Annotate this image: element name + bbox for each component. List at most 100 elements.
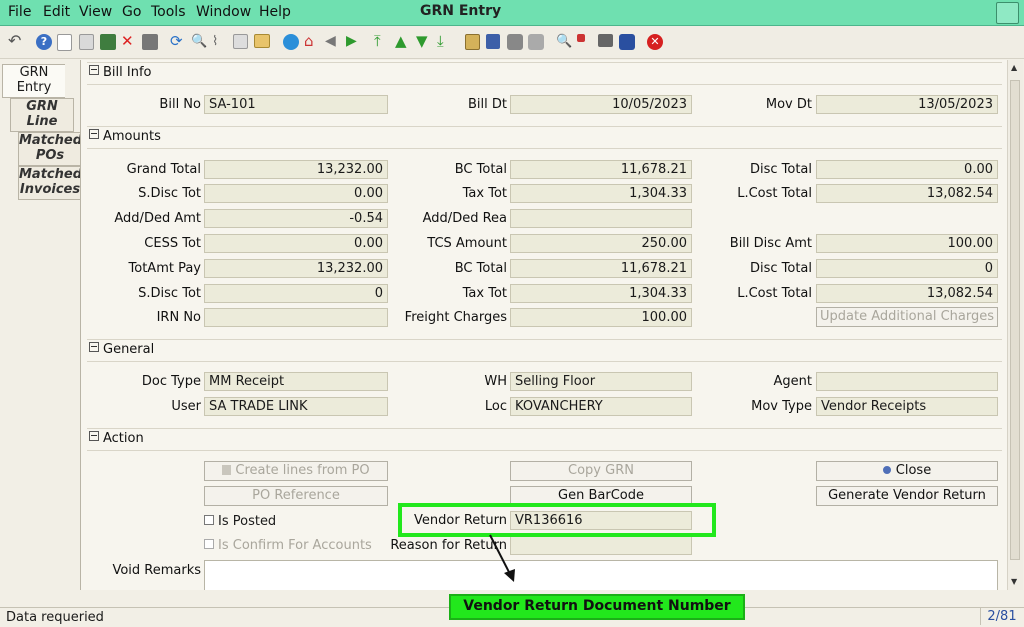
tab-matched-pos[interactable]: Matched POs — [18, 132, 82, 166]
close-dot-icon — [882, 466, 891, 474]
menu-tools[interactable]: Tools — [151, 4, 186, 20]
back-icon[interactable]: ◀ — [325, 34, 341, 50]
create-lines-from-po-button[interactable]: Create lines from PO — [204, 461, 388, 481]
home-icon[interactable]: ⌂ — [304, 34, 320, 50]
forward-icon[interactable]: ▶ — [346, 34, 362, 50]
product-info-icon[interactable] — [619, 34, 635, 50]
l-cost-total-field[interactable]: 13,082.54 — [816, 184, 998, 203]
reason-for-return-field[interactable] — [510, 536, 692, 555]
print-preview-icon[interactable] — [528, 34, 544, 50]
menu-file[interactable]: File — [8, 4, 31, 20]
print-icon[interactable] — [507, 34, 523, 50]
last-record-icon[interactable]: ⤓ — [437, 34, 453, 50]
disc-total-2-field[interactable]: 0 — [816, 259, 998, 278]
delete-icon[interactable]: ✕ — [121, 34, 137, 50]
bc-total-field[interactable]: 11,678.21 — [510, 160, 692, 179]
scroll-thumb[interactable] — [1010, 80, 1020, 560]
agent-field[interactable] — [816, 372, 998, 391]
menu-help[interactable]: Help — [259, 4, 291, 20]
section-general[interactable]: General — [89, 342, 154, 357]
record-counter[interactable]: 2/81 — [980, 608, 1023, 625]
add-ded-rea-field[interactable] — [510, 209, 692, 228]
add-ded-rea-label: Add/Ded Rea — [422, 211, 507, 226]
report-icon[interactable] — [283, 34, 299, 50]
menu-go[interactable]: Go — [122, 4, 141, 20]
freight-charges-field[interactable]: 100.00 — [510, 308, 692, 327]
tax-tot-field[interactable]: 1,304.33 — [510, 184, 692, 203]
void-remarks-field[interactable] — [204, 560, 998, 590]
tcs-amount-field[interactable]: 250.00 — [510, 234, 692, 253]
bill-no-field[interactable]: SA-101 — [204, 95, 388, 114]
add-ded-amt-field[interactable]: -0.54 — [204, 209, 388, 228]
vertical-scrollbar[interactable]: ▲ ▼ — [1007, 60, 1023, 590]
new-icon[interactable] — [57, 34, 72, 51]
first-record-icon[interactable]: ⤒ — [374, 34, 390, 50]
grand-total-field[interactable]: 13,232.00 — [204, 160, 388, 179]
is-confirm-for-accounts-checkbox[interactable]: Is Confirm For Accounts — [204, 538, 372, 553]
section-amounts[interactable]: Amounts — [89, 129, 161, 144]
generate-vendor-return-button[interactable]: Generate Vendor Return — [816, 486, 998, 506]
totamt-pay-field[interactable]: 13,232.00 — [204, 259, 388, 278]
toolbar: ↶ ? ✕ ⟳ 🔍 ⌇ ⌂ ◀ ▶ ⤒ ▲ ▼ ⤓ 🔍 ✕ — [0, 26, 1024, 59]
workflow-icon[interactable] — [577, 34, 585, 42]
next-record-icon[interactable]: ▼ — [416, 34, 432, 50]
bill-disc-amt-field[interactable]: 100.00 — [816, 234, 998, 253]
disc-total-2-label: Disc Total — [749, 261, 812, 276]
tcs-amount-label: TCS Amount — [427, 236, 507, 251]
update-additional-charges-button[interactable]: Update Additional Charges — [816, 307, 998, 327]
cess-tot-label: CESS Tot — [144, 236, 201, 251]
section-action[interactable]: Action — [89, 431, 144, 446]
window-control-button[interactable] — [996, 2, 1019, 24]
tax-tot-2-field[interactable]: 1,304.33 — [510, 284, 692, 303]
cess-tot-field[interactable]: 0.00 — [204, 234, 388, 253]
copy-icon[interactable] — [79, 34, 94, 50]
user-field[interactable]: SA TRADE LINK — [204, 397, 388, 416]
copy-grn-button[interactable]: Copy GRN — [510, 461, 692, 481]
save-icon[interactable] — [100, 34, 116, 50]
process-icon[interactable] — [598, 34, 613, 47]
menu-edit[interactable]: Edit — [43, 4, 70, 20]
scroll-up-icon[interactable]: ▲ — [1011, 63, 1017, 72]
bill-dt-label: Bill Dt — [468, 97, 507, 112]
mov-dt-field[interactable]: 13/05/2023 — [816, 95, 998, 114]
close-button[interactable]: Close — [816, 461, 998, 481]
mov-dt-label: Mov Dt — [765, 97, 812, 112]
archive-icon[interactable] — [486, 34, 500, 49]
irn-no-field[interactable] — [204, 308, 388, 327]
undo-icon[interactable]: ↶ — [8, 33, 24, 50]
tab-matched-invoices[interactable]: Matched Invoices — [18, 166, 82, 200]
detail-icon[interactable] — [465, 34, 480, 50]
refresh-icon[interactable]: ⟳ — [170, 34, 186, 50]
zoom-icon[interactable]: 🔍 — [556, 34, 572, 50]
annotation-arrow-icon — [489, 534, 515, 582]
history-icon[interactable] — [254, 34, 270, 48]
disc-total-field[interactable]: 0.00 — [816, 160, 998, 179]
menu-window[interactable]: Window — [196, 4, 251, 20]
tab-grn-line[interactable]: GRN Line — [10, 98, 74, 132]
s-disc-tot-2-field[interactable]: 0 — [204, 284, 388, 303]
save-disk-icon[interactable] — [142, 34, 158, 50]
wh-field[interactable]: Selling Floor — [510, 372, 692, 391]
find-icon[interactable]: 🔍 — [191, 34, 207, 50]
exit-icon[interactable]: ✕ — [647, 34, 663, 50]
chat-icon[interactable] — [233, 34, 248, 49]
menu-view[interactable]: View — [79, 4, 112, 20]
loc-field[interactable]: KOVANCHERY — [510, 397, 692, 416]
s-disc-tot-field[interactable]: 0.00 — [204, 184, 388, 203]
bc-total-2-field[interactable]: 11,678.21 — [510, 259, 692, 278]
l-cost-total-2-field[interactable]: 13,082.54 — [816, 284, 998, 303]
tab-grn-entry[interactable]: GRN Entry — [2, 64, 65, 98]
s-disc-tot-2-label: S.Disc Tot — [138, 286, 201, 301]
is-posted-checkbox[interactable]: Is Posted — [204, 514, 276, 529]
scroll-down-icon[interactable]: ▼ — [1011, 577, 1017, 586]
previous-record-icon[interactable]: ▲ — [395, 34, 411, 50]
po-reference-button[interactable]: PO Reference — [204, 486, 388, 506]
totamt-pay-label: TotAmt Pay — [128, 261, 201, 276]
section-bill-info[interactable]: Bill Info — [89, 65, 152, 80]
bill-dt-field[interactable]: 10/05/2023 — [510, 95, 692, 114]
help-icon[interactable]: ? — [36, 34, 52, 50]
doc-type-field[interactable]: MM Receipt — [204, 372, 388, 391]
mov-type-field[interactable]: Vendor Receipts — [816, 397, 998, 416]
attachment-icon[interactable]: ⌇ — [212, 34, 228, 50]
irn-no-label: IRN No — [156, 310, 201, 325]
